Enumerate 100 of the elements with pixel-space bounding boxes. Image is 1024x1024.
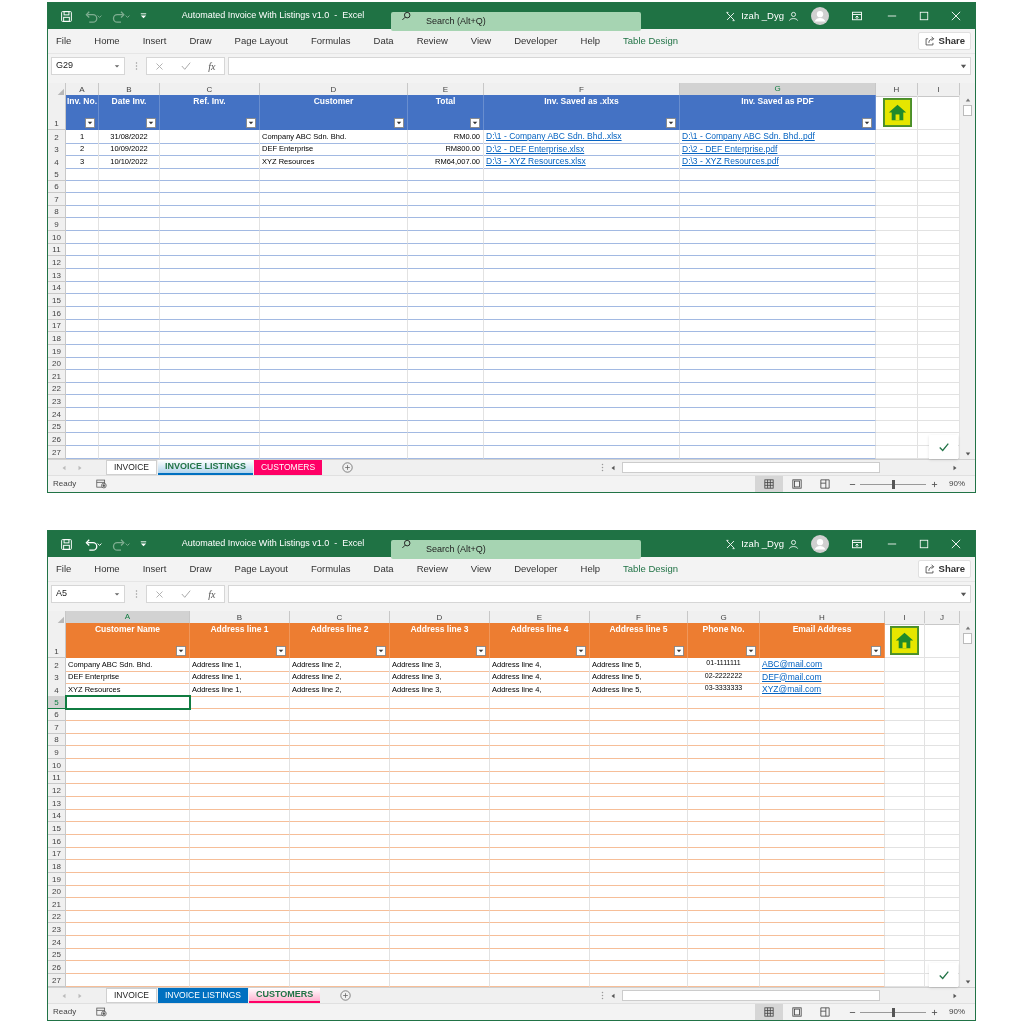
scroll-right-icon[interactable] <box>952 464 958 471</box>
filter-dropdown-button[interactable] <box>176 646 186 656</box>
row-number[interactable]: 10 <box>48 231 66 244</box>
menu-tab[interactable]: File <box>56 33 72 49</box>
row-number[interactable]: 26 <box>48 433 66 446</box>
cancel-icon[interactable] <box>155 589 165 599</box>
row-number[interactable]: 9 <box>48 746 66 760</box>
slider-thumb[interactable] <box>892 479 895 489</box>
ribbon-display-icon[interactable] <box>851 538 863 550</box>
row-number[interactable]: 4 <box>48 155 66 170</box>
row-number[interactable]: 1 <box>48 623 66 658</box>
share-button[interactable]: Share <box>917 560 971 578</box>
next-sheet-icon[interactable] <box>77 992 83 999</box>
menu-tab[interactable]: Insert <box>142 561 167 577</box>
slider-thumb[interactable] <box>892 1007 895 1017</box>
menu-tab[interactable]: Page Layout <box>234 561 288 577</box>
formula-input[interactable] <box>228 57 971 75</box>
menu-tab[interactable]: Draw <box>189 561 212 577</box>
filter-dropdown-button[interactable] <box>674 646 684 656</box>
avatar-icon[interactable] <box>811 535 829 553</box>
cancel-icon[interactable] <box>155 61 165 71</box>
row-number[interactable]: 24 <box>48 408 66 421</box>
column-letter[interactable]: J <box>925 611 960 625</box>
row-number[interactable]: 2 <box>48 130 66 144</box>
file-link[interactable]: ABC@mail.com <box>760 658 823 671</box>
insert-function-button[interactable]: fx <box>208 586 216 602</box>
sheet-tab[interactable]: INVOICE LISTINGS <box>157 988 248 1003</box>
menu-tab[interactable]: Table Design <box>623 33 678 49</box>
column-letter[interactable]: H <box>876 83 918 97</box>
search-field[interactable]: Search (Alt+Q) <box>391 539 641 559</box>
zoom-level[interactable]: 90% <box>949 1006 965 1018</box>
file-link[interactable]: D:\2 - DEF Enterprise.xlsx <box>484 142 585 156</box>
menu-tab[interactable]: Developer <box>514 33 558 49</box>
file-link[interactable]: XYZ@mail.com <box>760 683 822 697</box>
share-button[interactable]: Share <box>917 32 971 50</box>
search-field[interactable]: Search (Alt+Q) <box>391 11 641 31</box>
home-button[interactable] <box>883 98 912 127</box>
menu-tab[interactable]: Data <box>373 33 394 49</box>
horizontal-scroll-thumb[interactable] <box>622 462 880 473</box>
menu-tab[interactable]: Review <box>416 561 448 577</box>
drag-handle-icon[interactable] <box>135 589 138 599</box>
add-sheet-icon[interactable] <box>340 990 352 1001</box>
row-number[interactable]: 27 <box>48 446 66 459</box>
formula-input[interactable] <box>228 585 971 603</box>
row-number[interactable]: 1 <box>48 95 66 130</box>
menu-tab[interactable]: View <box>470 561 492 577</box>
insert-function-button[interactable]: fx <box>208 58 216 74</box>
sheet-tab[interactable]: INVOICE <box>106 988 157 1003</box>
row-number[interactable]: 12 <box>48 256 66 270</box>
menu-tab[interactable]: Data <box>373 561 394 577</box>
file-link[interactable]: DEF@mail.com <box>760 670 822 684</box>
menu-tab[interactable]: Review <box>416 33 448 49</box>
redo-icon[interactable] <box>111 8 131 24</box>
row-number[interactable]: 24 <box>48 936 66 949</box>
customize-toolbar-icon[interactable] <box>139 11 148 21</box>
scroll-right-icon[interactable] <box>952 992 958 999</box>
menu-tab[interactable]: Insert <box>142 33 167 49</box>
selected-cell[interactable] <box>66 695 190 709</box>
maximize-icon[interactable] <box>919 539 929 549</box>
menu-tab[interactable]: File <box>56 561 72 577</box>
row-number[interactable]: 7 <box>48 193 66 206</box>
row-number[interactable]: 26 <box>48 961 66 974</box>
redo-icon[interactable] <box>111 536 131 552</box>
scroll-up-icon[interactable] <box>964 97 971 103</box>
column-letter[interactable]: I <box>885 611 925 625</box>
filter-dropdown-button[interactable] <box>470 118 480 128</box>
zoom-level[interactable]: 90% <box>949 478 965 490</box>
check-button[interactable] <box>929 963 958 987</box>
zoom-slider[interactable] <box>860 1007 926 1017</box>
menu-tab[interactable]: Help <box>580 33 601 49</box>
row-number[interactable]: 12 <box>48 784 66 798</box>
file-link[interactable]: D:\3 - XYZ Resources.pdf <box>680 155 779 169</box>
home-button[interactable] <box>890 626 919 655</box>
scroll-down-icon[interactable] <box>964 979 971 985</box>
previous-sheet-icon[interactable] <box>61 464 67 471</box>
macro-record-icon[interactable] <box>96 1007 108 1017</box>
menu-tab[interactable]: Draw <box>189 33 212 49</box>
close-icon[interactable] <box>951 539 961 549</box>
customize-toolbar-icon[interactable] <box>139 539 148 549</box>
row-number[interactable]: 18 <box>48 860 66 873</box>
filter-dropdown-button[interactable] <box>746 646 756 656</box>
row-number[interactable]: 21 <box>48 898 66 911</box>
row-number[interactable]: 15 <box>48 822 66 835</box>
row-number[interactable]: 15 <box>48 294 66 307</box>
file-link[interactable]: D:\3 - XYZ Resources.xlsx <box>484 155 586 169</box>
menu-tab[interactable]: Formulas <box>310 33 351 49</box>
row-number[interactable]: 4 <box>48 683 66 698</box>
expand-caret-icon[interactable] <box>960 62 967 70</box>
menu-tab[interactable]: Table Design <box>623 561 678 577</box>
row-number[interactable]: 13 <box>48 797 66 810</box>
scroll-down-icon[interactable] <box>964 451 971 457</box>
avatar-icon[interactable] <box>811 7 829 25</box>
row-number[interactable]: 18 <box>48 332 66 345</box>
normal-view-button[interactable] <box>755 476 783 492</box>
add-sheet-icon[interactable] <box>342 462 354 473</box>
enter-icon[interactable] <box>181 589 192 599</box>
filter-dropdown-button[interactable] <box>871 646 881 656</box>
scroll-thumb[interactable] <box>963 105 972 116</box>
macro-record-icon[interactable] <box>96 479 108 489</box>
previous-sheet-icon[interactable] <box>61 992 67 999</box>
